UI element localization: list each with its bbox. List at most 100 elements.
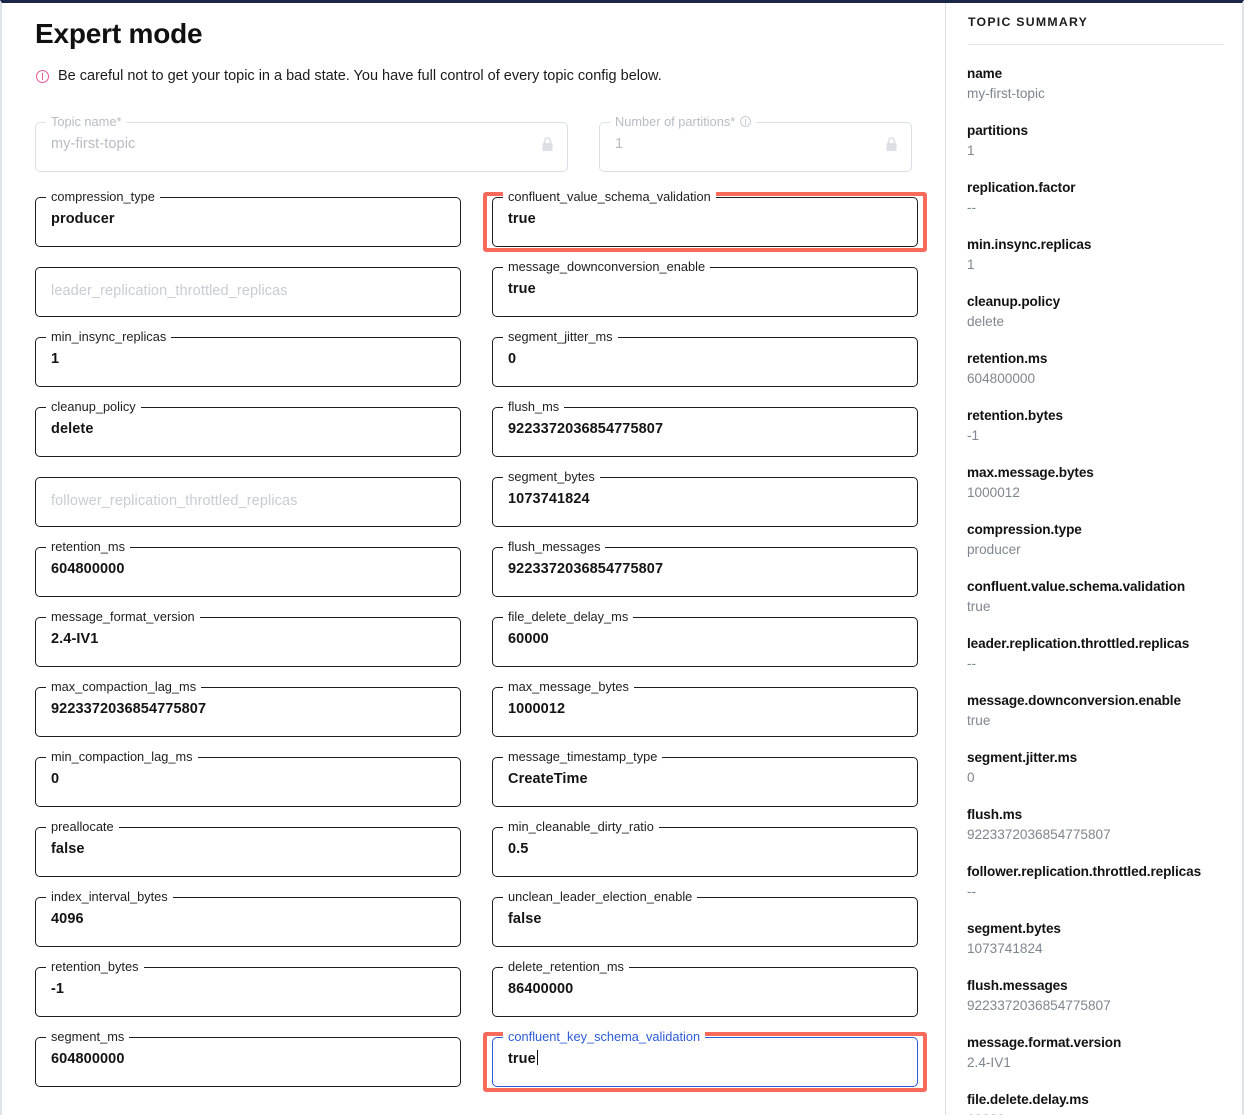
min_insync_replicas-field[interactable]: min_insync_replicas 1 [35,329,461,387]
summary-value: 1000012 [967,485,1020,500]
topic-name-field: Topic name* my-first-topic [35,114,568,172]
field-outline [599,122,912,172]
summary-key: partitions [967,123,1028,138]
cleanup_policy-field[interactable]: cleanup_policy delete [35,399,461,457]
segment_jitter_ms-value: 0 [508,351,517,367]
confluent_key_schema_validation-field[interactable]: confluent_key_schema_validationtrue [492,1029,918,1087]
segment_bytes-label: segment_bytes [503,469,600,484]
leader_replication_throttled_replicas-field[interactable]: leader_replication_throttled_replicas [35,267,461,317]
summary-item: name my-first-topic [967,64,1224,104]
max_message_bytes-label: max_message_bytes [503,679,634,694]
message_timestamp_type-field[interactable]: message_timestamp_type CreateTime [492,749,918,807]
unclean_leader_election_enable-field[interactable]: unclean_leader_election_enablefalse [492,889,918,947]
number-of-partitions-label: Number of partitions* [610,114,757,129]
preallocate-field[interactable]: preallocate false [35,819,461,877]
message_format_version-value: 2.4-IV1 [51,631,99,647]
summary-item: min.insync.replicas 1 [967,235,1224,275]
locked-fields-row: Topic name* my-first-topic Number of par… [35,114,945,172]
summary-key: file.delete.delay.ms [967,1092,1089,1107]
confluent_value_schema_validation-highlight-box: confluent_value_schema_validation true [483,189,927,252]
summary-key: flush.messages [967,978,1068,993]
segment_jitter_ms-label: segment_jitter_ms [503,329,618,344]
min_compaction_lag_ms-field[interactable]: min_compaction_lag_ms 0 [35,749,461,807]
segment_bytes-field[interactable]: segment_bytes 1073741824 [492,469,918,527]
number-of-partitions-field: Number of partitions* 1 [599,114,912,172]
confluent_value_schema_validation-label: confluent_value_schema_validation [503,189,716,204]
config-column-right: confluent_value_schema_validation true mes… [483,189,927,1107]
retention_bytes-value: -1 [51,981,65,997]
summary-key: retention.bytes [967,408,1063,423]
file_delete_delay_ms-field[interactable]: file_delete_delay_ms 60000 [492,609,918,667]
min_compaction_lag_ms-label: min_compaction_lag_ms [46,749,198,764]
file_delete_delay_ms-value: 60000 [508,631,549,647]
follower_replication_throttled_replicas-field[interactable]: follower_replication_throttled_replicas [35,477,461,527]
divider [968,44,1224,45]
message_downconversion_enable-label: message_downconversion_enable [503,259,711,274]
follower_replication_throttled_replicas-placeholder: follower_replication_throttled_replicas [51,493,298,509]
summary-item: segment.bytes 1073741824 [967,919,1224,959]
summary-value: delete [967,314,1005,329]
preallocate-value: false [51,841,85,857]
summary-key: name [967,66,1003,81]
confluent_value_schema_validation-field[interactable]: confluent_value_schema_validation true [492,189,918,247]
segment_jitter_ms-field[interactable]: segment_jitter_ms 0 [492,329,918,387]
summary-key: leader.replication.throttled.replicas [967,636,1190,651]
min_cleanable_dirty_ratio-field[interactable]: min_cleanable_dirty_ratio 0.5 [492,819,918,877]
flush_ms-field[interactable]: flush_ms 9223372036854775807 [492,399,918,457]
message_format_version-field[interactable]: message_format_version 2.4-IV1 [35,609,461,667]
confluent_key_schema_validation-value: true [508,1050,538,1067]
config-grid: compression_type producer leader_replicati… [35,189,945,1107]
compression_type-label: compression_type [46,189,160,204]
summary-item: flush.messages 9223372036854775807 [967,976,1224,1016]
retention_ms-field[interactable]: retention_ms 604800000 [35,539,461,597]
summary-key: compression.type [967,522,1082,537]
summary-item: file.delete.delay.ms 60000 [967,1090,1224,1115]
preallocate-label: preallocate [46,819,119,834]
max_message_bytes-field[interactable]: max_message_bytes 1000012 [492,679,918,737]
index_interval_bytes-label: index_interval_bytes [46,889,173,904]
field-outline [492,897,918,947]
summary-item: cleanup.policy delete [967,292,1224,332]
summary-item: replication.factor -- [967,178,1224,218]
retention_bytes-field[interactable]: retention_bytes -1 [35,959,461,1017]
leader_replication_throttled_replicas-placeholder: leader_replication_throttled_replicas [51,283,288,299]
info-circle-icon [740,116,752,127]
summary-value: -- [967,884,977,899]
summary-value: producer [967,542,1021,557]
summary-value: 1073741824 [967,941,1043,956]
max_compaction_lag_ms-field[interactable]: max_compaction_lag_ms 9223372036854775807 [35,679,461,737]
summary-item: segment.jitter.ms 0 [967,748,1224,788]
summary-item: message.downconversion.enable true [967,691,1224,731]
max_compaction_lag_ms-value: 9223372036854775807 [51,701,207,717]
topic-summary-list: name my-first-topic partitions 1 replication… [967,64,1224,1115]
summary-value: 1 [967,257,975,272]
summary-item: partitions 1 [967,121,1224,161]
message_downconversion_enable-field[interactable]: message_downconversion_enable true [492,259,918,317]
flush_messages-field[interactable]: flush_messages 9223372036854775807 [492,539,918,597]
confluent_key_schema_validation-label: confluent_key_schema_validation [503,1029,706,1044]
cleanup_policy-value: delete [51,421,94,437]
topic-summary-panel: TOPIC SUMMARY name my-first-topic partitio… [945,3,1242,1115]
field-outline [35,407,461,457]
field-outline [35,337,461,387]
segment_ms-field[interactable]: segment_ms 604800000 [35,1029,461,1087]
unclean_leader_election_enable-label: unclean_leader_election_enable [503,889,698,904]
summary-key: min.insync.replicas [967,237,1092,252]
summary-value: 9223372036854775807 [967,998,1111,1013]
min_cleanable_dirty_ratio-label: min_cleanable_dirty_ratio [503,819,659,834]
flush_messages-value: 9223372036854775807 [508,561,664,577]
summary-value: 604800000 [967,371,1036,386]
lock-icon [886,137,897,151]
index_interval_bytes-field[interactable]: index_interval_bytes 4096 [35,889,461,947]
index_interval_bytes-value: 4096 [51,911,84,927]
delete_retention_ms-field[interactable]: delete_retention_ms 86400000 [492,959,918,1017]
delete_retention_ms-value: 86400000 [508,981,574,997]
compression_type-field[interactable]: compression_type producer [35,189,461,247]
expert-mode-form: Expert mode Be careful not to get your t… [2,3,945,1115]
warning-banner: Be careful not to get your topic in a ba… [35,67,945,85]
topic-name-label: Topic name* [46,114,127,129]
text-cursor [536,1050,538,1065]
summary-value: -- [967,200,977,215]
unclean_leader_election_enable-value: false [508,911,542,927]
topic-summary-title: TOPIC SUMMARY [968,15,1089,29]
